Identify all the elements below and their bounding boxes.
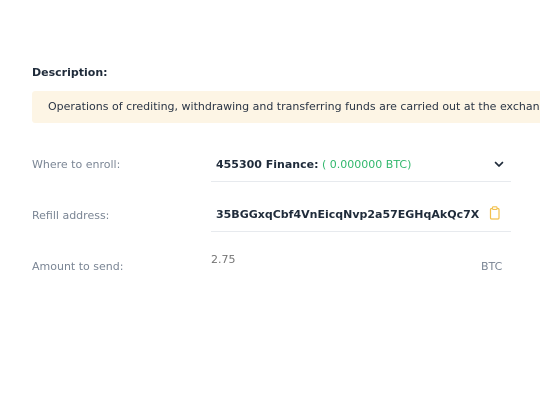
refill-address-field: 35BGGxqCbf4VnEicqNvp2a57EGHqAkQc7X xyxy=(211,201,511,232)
enroll-account: 455300 Finance: xyxy=(216,158,319,171)
enroll-label: Where to enroll: xyxy=(32,158,121,171)
copy-icon[interactable] xyxy=(489,206,501,220)
description-label: Description: xyxy=(32,66,108,79)
enroll-value: 455300 Finance: ( 0.000000 BTC) xyxy=(216,158,411,171)
chevron-down-icon[interactable] xyxy=(493,158,505,170)
info-notice: Operations of crediting, withdrawing and… xyxy=(32,91,540,123)
enroll-balance: ( 0.000000 BTC) xyxy=(322,158,412,171)
refill-address: 35BGGxqCbf4VnEicqNvp2a57EGHqAkQc7X xyxy=(216,208,480,221)
amount-label: Amount to send: xyxy=(32,260,124,273)
enroll-select[interactable]: 455300 Finance: ( 0.000000 BTC) xyxy=(211,151,511,182)
currency-label: BTC xyxy=(481,260,503,273)
refill-label: Refill address: xyxy=(32,209,110,222)
amount-input[interactable] xyxy=(211,250,451,268)
notice-text: Operations of crediting, withdrawing and… xyxy=(48,100,540,113)
